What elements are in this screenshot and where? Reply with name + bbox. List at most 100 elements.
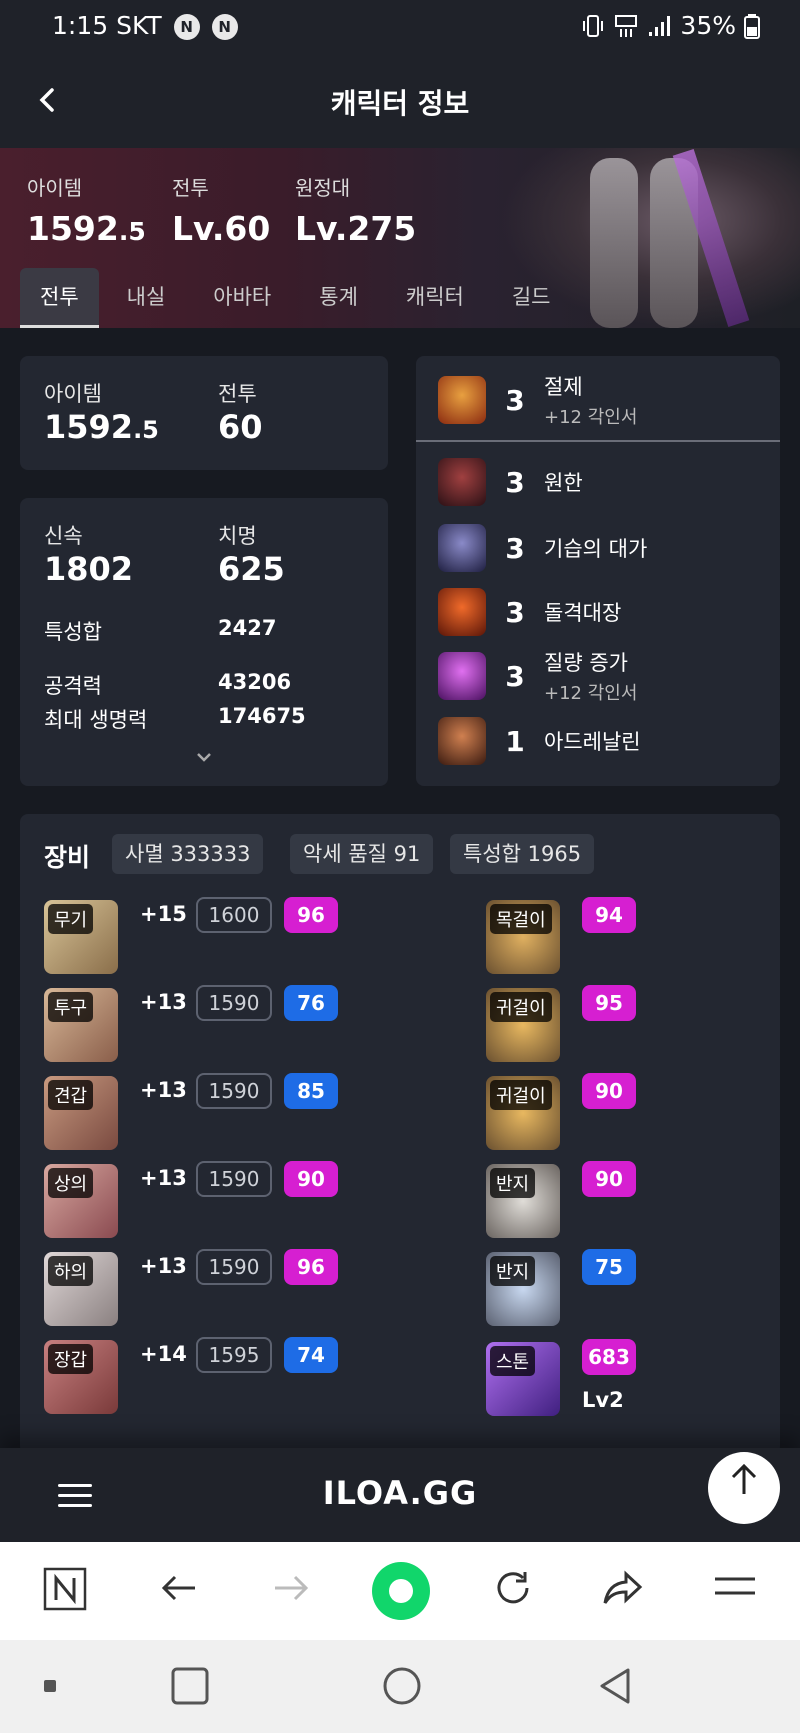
- engraving-name: 절제: [544, 375, 583, 399]
- gear-honing: +13: [140, 1078, 187, 1102]
- gear-tag: 장갑: [48, 1344, 94, 1374]
- gear-item-level: 1595: [196, 1337, 272, 1373]
- gear-quality: 90: [284, 1161, 338, 1197]
- hero-stat-item: 아이템 1592.5: [27, 172, 146, 248]
- expand-button[interactable]: [190, 748, 218, 772]
- item-level-label: 아이템: [44, 382, 102, 406]
- hero-stat-value: 1592.5: [27, 209, 146, 248]
- accessory-earring-slot[interactable]: 귀걸이: [486, 1076, 560, 1150]
- tab-combat[interactable]: 전투: [20, 268, 99, 328]
- naver-icon: [43, 1567, 87, 1611]
- gear-bottom-slot[interactable]: 하의: [44, 1252, 118, 1326]
- stone-level: Lv2: [582, 1388, 624, 1412]
- engraving-item[interactable]: 3 돌격대장: [438, 584, 621, 640]
- gear-quality: 85: [284, 1073, 338, 1109]
- accessory-ring-slot[interactable]: 반지: [486, 1164, 560, 1238]
- item-level-value: 1592.5: [44, 408, 159, 446]
- chevron-down-icon: [197, 753, 211, 762]
- home-button[interactable]: [382, 1666, 422, 1706]
- gear-item-level: 1590: [196, 985, 272, 1021]
- gear-top-slot[interactable]: 상의: [44, 1164, 118, 1238]
- engraving-icon: [438, 458, 486, 506]
- accessory-quality: 94: [582, 897, 636, 933]
- crit-value: 625: [218, 550, 285, 588]
- ability-stone-slot[interactable]: 스톤: [486, 1342, 560, 1416]
- gear-item-level: 1590: [196, 1249, 272, 1285]
- refresh-icon: [497, 1572, 529, 1604]
- nav-dot-icon: [44, 1680, 56, 1692]
- arrow-up-icon: [731, 1463, 757, 1494]
- hero-stat-number: 1592: [27, 209, 119, 248]
- gear-quality: 96: [284, 1249, 338, 1285]
- item-level-decimal: .5: [133, 416, 159, 444]
- site-logo[interactable]: ILOA.GG: [0, 1474, 800, 1512]
- engraving-count: 3: [505, 465, 525, 499]
- site-footer-bar: ILOA.GG: [0, 1448, 800, 1542]
- battery-percent: 35%: [680, 11, 736, 40]
- browser-menu-button[interactable]: [710, 1566, 760, 1616]
- engraving-icon: [438, 652, 486, 700]
- engraving-item[interactable]: 1 아드레날린: [438, 713, 641, 769]
- stone-value: 683: [582, 1339, 636, 1375]
- engraving-item[interactable]: 3 기습의 대가: [438, 520, 647, 576]
- engraving-count: 1: [505, 724, 525, 758]
- battery-icon: [744, 13, 760, 39]
- engraving-item[interactable]: 3 질량 증가 +12 각인서: [438, 648, 637, 704]
- scroll-top-button[interactable]: [708, 1452, 780, 1524]
- engraving-item[interactable]: 3 원한: [438, 454, 583, 510]
- browser-toolbar: [0, 1542, 800, 1640]
- engraving-icon: [438, 524, 486, 572]
- accessory-quality: 90: [582, 1073, 636, 1109]
- equipment-card: [20, 814, 780, 1454]
- browser-forward-button[interactable]: [266, 1566, 316, 1616]
- gear-tag: 상의: [48, 1168, 94, 1198]
- gear-honing: +13: [140, 1166, 187, 1190]
- naver-home-button[interactable]: [40, 1566, 90, 1616]
- tab-internal[interactable]: 내실: [107, 268, 186, 328]
- character-tabs: 전투 내실 아바타 통계 캐릭터 길드: [20, 268, 579, 328]
- gear-shoulder-slot[interactable]: 견갑: [44, 1076, 118, 1150]
- system-nav-bar: [0, 1640, 800, 1733]
- tab-avatar[interactable]: 아바타: [193, 268, 291, 328]
- green-dot-button[interactable]: [372, 1562, 430, 1620]
- gear-tag: 투구: [48, 992, 94, 1022]
- tab-guild[interactable]: 길드: [492, 268, 571, 328]
- refresh-button[interactable]: [488, 1566, 538, 1616]
- hero-stat-label: 아이템: [27, 176, 83, 200]
- hero-stat-value: Lv.60: [172, 209, 271, 248]
- app-bar: 캐릭터 정보: [0, 54, 800, 148]
- character-art-leg: [590, 158, 638, 328]
- lte-icon: [615, 14, 638, 37]
- gear-helmet-slot[interactable]: 투구: [44, 988, 118, 1062]
- hero-stat-combat: 전투 Lv.60: [172, 172, 270, 248]
- vibrate-icon: [583, 14, 604, 37]
- accessory-earring-slot[interactable]: 귀걸이: [486, 988, 560, 1062]
- accessory-necklace-slot[interactable]: 목걸이: [486, 900, 560, 974]
- engraving-name: 돌격대장: [544, 601, 622, 625]
- gear-gloves-slot[interactable]: 장갑: [44, 1340, 118, 1414]
- engraving-book: +12 각인서: [544, 683, 638, 704]
- engraving-name: 질량 증가: [544, 651, 628, 675]
- engraving-item[interactable]: 3 절제 +12 각인서: [438, 372, 637, 428]
- engraving-icon: [438, 717, 486, 765]
- combat-level-label: 전투: [218, 382, 257, 406]
- gear-honing: +13: [140, 990, 187, 1014]
- browser-back-button[interactable]: [154, 1566, 204, 1616]
- gear-weapon-slot[interactable]: 무기: [44, 900, 118, 974]
- notification-badge: N: [173, 14, 200, 40]
- engraving-name: 아드레날린: [544, 730, 641, 754]
- gear-quality: 96: [284, 897, 338, 933]
- accessory-ring-slot[interactable]: 반지: [486, 1252, 560, 1326]
- level-summary-card: 아이템 1592.5 전투 60: [20, 356, 388, 470]
- swiftness-label: 신속: [44, 524, 83, 548]
- arrow-right-icon: [275, 1575, 309, 1601]
- recents-button[interactable]: [170, 1666, 210, 1706]
- share-button[interactable]: [598, 1566, 648, 1616]
- back-nav-button[interactable]: [596, 1666, 636, 1706]
- engraving-divider: [416, 440, 780, 442]
- engraving-icon: [438, 588, 486, 636]
- gear-item-level: 1590: [196, 1161, 272, 1197]
- tab-character[interactable]: 캐릭터: [386, 268, 484, 328]
- tab-stats[interactable]: 통계: [299, 268, 378, 328]
- status-bar: 1:15 SKT N N 35%: [0, 0, 800, 54]
